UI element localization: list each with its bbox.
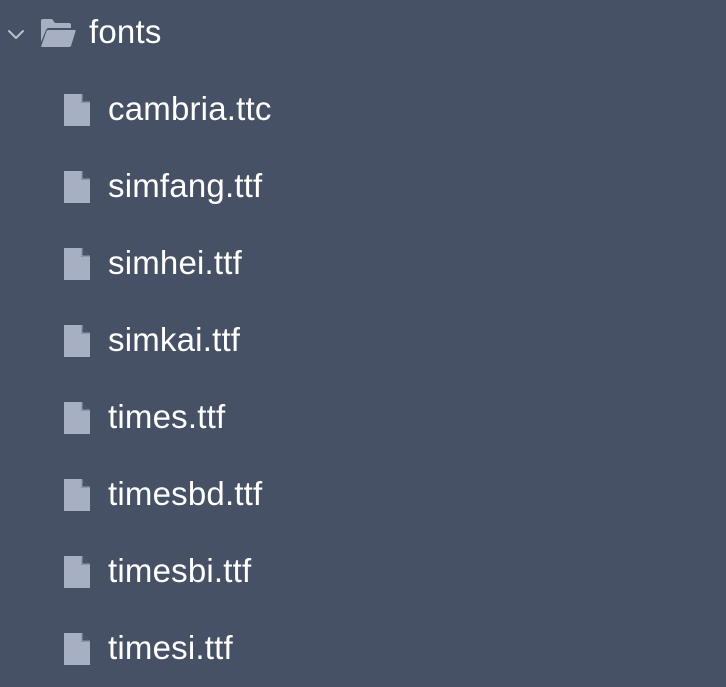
file-icon xyxy=(64,402,90,434)
file-name: simfang.ttf xyxy=(108,167,263,205)
folder-name: fonts xyxy=(89,13,162,51)
file-row[interactable]: simhei.ttf xyxy=(0,234,726,294)
file-icon xyxy=(64,171,90,203)
file-row[interactable]: times.ttf xyxy=(0,388,726,448)
file-name: cambria.ttc xyxy=(108,90,272,128)
file-name: timesbi.ttf xyxy=(108,552,252,590)
file-name: simkai.ttf xyxy=(108,321,241,359)
file-explorer-tree: fonts cambria.ttc simfang.ttf simhei.ttf xyxy=(0,0,726,687)
file-icon xyxy=(64,556,90,588)
file-icon xyxy=(64,94,90,126)
file-icon xyxy=(64,248,90,280)
file-row[interactable]: timesbd.ttf xyxy=(0,465,726,525)
file-row[interactable]: timesi.ttf xyxy=(0,619,726,679)
folder-open-icon xyxy=(41,19,76,47)
file-icon xyxy=(64,633,90,665)
folder-row-fonts[interactable]: fonts xyxy=(0,3,726,63)
chevron-down-icon[interactable] xyxy=(6,25,26,45)
file-icon xyxy=(64,325,90,357)
file-name: times.ttf xyxy=(108,398,226,436)
file-row[interactable]: simfang.ttf xyxy=(0,157,726,217)
file-row[interactable]: timesbi.ttf xyxy=(0,542,726,602)
file-row[interactable]: cambria.ttc xyxy=(0,80,726,140)
file-name: timesi.ttf xyxy=(108,629,233,667)
file-name: simhei.ttf xyxy=(108,244,243,282)
file-row[interactable]: simkai.ttf xyxy=(0,311,726,371)
file-icon xyxy=(64,479,90,511)
file-name: timesbd.ttf xyxy=(108,475,263,513)
